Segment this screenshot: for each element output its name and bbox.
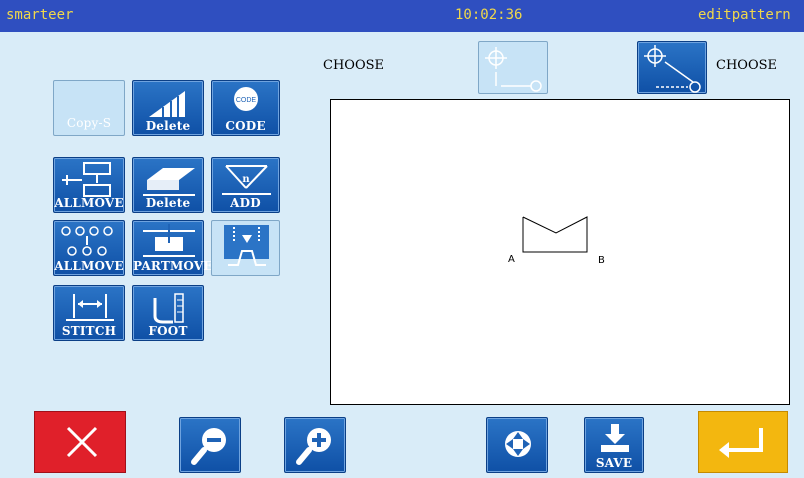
mode-label: editpattern: [698, 7, 791, 23]
stitch-label: STITCH: [61, 324, 117, 338]
pattern-canvas[interactable]: A B: [330, 99, 790, 405]
allmove-button[interactable]: ALLMOVE: [53, 157, 125, 213]
svg-text:CODE: CODE: [236, 97, 257, 104]
enter-button[interactable]: [698, 411, 788, 473]
code-button[interactable]: CODE CODE: [211, 80, 280, 136]
zoom-out-button[interactable]: [179, 417, 241, 473]
raise-lower-icon: [224, 225, 269, 266]
foot-button[interactable]: FOOT: [132, 285, 204, 341]
delete-stitch-label: Delete: [145, 119, 191, 133]
code-label: CODE: [225, 119, 266, 133]
move-arrows-icon: [505, 431, 531, 457]
allmove2-label: ALLMOVE: [54, 259, 124, 273]
point-a-label: A: [508, 254, 515, 265]
copy-s-button[interactable]: Copy-S: [53, 80, 125, 136]
close-icon: [66, 426, 98, 458]
add-label: ADD: [230, 196, 261, 210]
delete-stitch-button[interactable]: Delete: [132, 80, 204, 136]
choose-point-icon: [485, 47, 542, 92]
raise-lower-button[interactable]: [211, 220, 280, 276]
save-button[interactable]: SAVE: [584, 417, 644, 473]
stitch-button[interactable]: STITCH: [53, 285, 125, 341]
choose-line-icon: [644, 45, 701, 93]
allmove-label: ALLMOVE: [54, 196, 124, 210]
svg-text:n: n: [242, 174, 250, 185]
choose-line-button[interactable]: [637, 41, 707, 94]
enter-arrow-icon: [719, 428, 763, 458]
zoom-out-icon: [191, 428, 226, 465]
zoom-in-button[interactable]: [284, 417, 346, 473]
delete-block-button[interactable]: Delete: [132, 157, 204, 213]
zoom-in-icon: [296, 428, 331, 465]
allmove2-button[interactable]: ALLMOVE: [53, 220, 125, 276]
move-button[interactable]: [486, 417, 548, 473]
save-label: SAVE: [595, 456, 633, 470]
cancel-button[interactable]: [34, 411, 126, 473]
title-bar: smarteer 10:02:36 editpattern: [0, 0, 804, 32]
clock: 10:02:36: [455, 7, 523, 23]
choose-point-button[interactable]: [478, 41, 548, 94]
partmove-label: PARTMOVE: [133, 259, 213, 273]
copy-s-label: Copy-S: [66, 116, 112, 130]
brand-label: smarteer: [6, 7, 74, 23]
delete-block-label: Delete: [145, 196, 191, 210]
choose-label-left: CHOOSE: [323, 58, 384, 73]
point-b-label: B: [598, 255, 605, 266]
foot-label: FOOT: [148, 324, 188, 338]
add-button[interactable]: n ADD: [211, 157, 280, 213]
pattern-drawing: [522, 216, 588, 253]
partmove-button[interactable]: PARTMOVE: [132, 220, 213, 276]
choose-label-right: CHOOSE: [716, 58, 777, 73]
